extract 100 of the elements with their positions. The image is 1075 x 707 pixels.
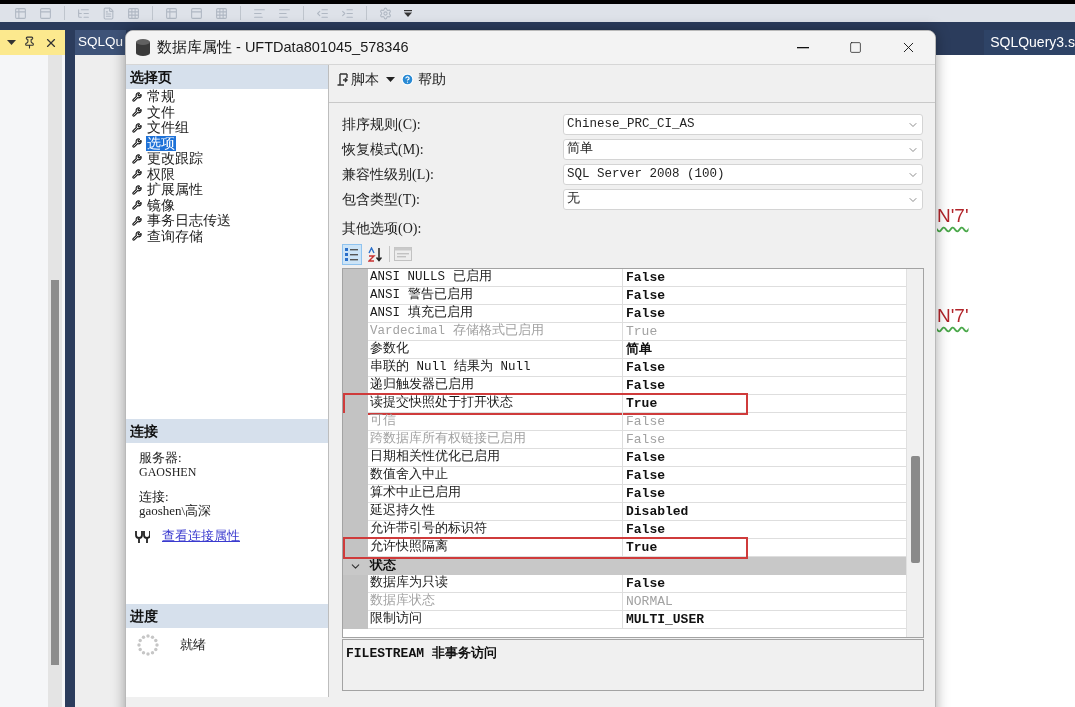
property-name: ANSI NULLS 已启用 — [368, 269, 623, 287]
indent-icon[interactable] — [341, 6, 354, 20]
section-header: 连接 — [126, 419, 328, 443]
window-title: 数据库属性 - UFTData801045_578346 — [157, 37, 409, 57]
page-list-item[interactable]: 文件组 — [126, 120, 190, 136]
row-header-cell[interactable] — [343, 539, 368, 557]
wrench-icon — [132, 231, 142, 242]
property-name: 数值舍入中止 — [368, 467, 623, 485]
property-value: NORMAL — [623, 593, 906, 611]
page-list-item[interactable]: 文件 — [126, 104, 176, 120]
tree-icon[interactable] — [77, 6, 90, 20]
editor-tab[interactable]: SQLQu — [75, 30, 127, 55]
outdent-icon[interactable] — [316, 6, 329, 20]
wrench-icon — [132, 91, 142, 102]
wrench-icon — [132, 200, 142, 211]
script-button[interactable]: 脚本 — [337, 71, 379, 87]
wrench-icon — [132, 169, 142, 180]
gear-icon[interactable] — [379, 6, 392, 20]
property-value: False — [623, 449, 906, 467]
dropdown[interactable]: SQL Server 2008 (100) — [563, 164, 923, 185]
caret-down-icon[interactable] — [6, 40, 16, 45]
view-mode-button[interactable] — [342, 243, 362, 265]
property-value: False — [623, 485, 906, 503]
field-label: 其他选项(O): — [342, 221, 423, 237]
description-panel: FILESTREAM 非事务访问 — [342, 639, 924, 691]
help-icon — [401, 72, 414, 86]
row-header-cell[interactable] — [343, 611, 368, 629]
property-value: False — [623, 305, 906, 323]
property-name: 延迟持久性 — [368, 503, 623, 521]
field-label: 包含类型(T): — [342, 191, 421, 209]
page-list-item[interactable]: 镜像 — [126, 197, 176, 213]
wrench-icon — [132, 184, 142, 195]
pin-icon[interactable] — [23, 36, 37, 49]
grid-icon[interactable] — [127, 6, 140, 20]
category-header[interactable]: 状态 — [343, 557, 906, 575]
property-value: Disabled — [623, 503, 906, 521]
table-icon[interactable] — [14, 6, 27, 20]
property-value: 简单 — [623, 341, 906, 359]
property-name: 算术中止已启用 — [368, 485, 623, 503]
plug-icon — [135, 529, 150, 543]
row-header-cell[interactable] — [343, 269, 368, 287]
property-name: 递归触发器已启用 — [368, 377, 623, 395]
wrench-icon — [132, 153, 142, 164]
table-icon[interactable] — [165, 6, 178, 20]
property-value: False — [623, 269, 906, 287]
dropdown[interactable]: Chinese_PRC_CI_AS — [563, 114, 923, 135]
property-name: Vardecimal 存储格式已启用 — [368, 323, 623, 341]
property-name: 数据库为只读 — [368, 575, 623, 593]
server-label: 服务器: — [139, 451, 182, 465]
editor-tab[interactable]: SQLQuery3.s — [984, 30, 1075, 55]
property-name: 数据库状态 — [368, 593, 623, 611]
property-name: 串联的 Null 结果为 Null — [368, 359, 623, 377]
wrench-icon — [132, 122, 142, 133]
connection-label: 连接: — [139, 490, 169, 504]
dropdown[interactable]: 无 — [563, 189, 923, 210]
loading-spinner-icon — [137, 634, 159, 656]
section-header: 选择页 — [126, 65, 328, 89]
property-value: False — [623, 431, 906, 449]
document-icon[interactable] — [102, 6, 115, 20]
caret-down-icon[interactable] — [404, 9, 412, 17]
sort-icon — [368, 246, 382, 262]
dropdown[interactable]: 简单 — [563, 139, 923, 160]
script-icon — [337, 72, 348, 86]
row-header-cell[interactable] — [343, 575, 368, 593]
property-name: 允许带引号的标识符 — [368, 521, 623, 539]
wrench-icon — [132, 138, 142, 149]
page-list-item[interactable]: 扩展属性 — [126, 182, 204, 198]
grid-icon[interactable] — [215, 6, 228, 20]
scrollbar-thumb[interactable] — [910, 456, 920, 563]
page-list-item[interactable]: 查询存储 — [126, 228, 204, 244]
property-value: True — [623, 323, 906, 341]
database-icon — [136, 39, 150, 56]
property-value: False — [623, 575, 906, 593]
code-text: N'7' — [937, 205, 969, 227]
server-name: GAOSHEN — [139, 465, 197, 479]
page-list-item[interactable]: 常规 — [126, 89, 176, 105]
code-text: N'7' — [937, 305, 969, 327]
page-list-item[interactable]: 事务日志传送 — [126, 213, 232, 229]
property-name: 日期相关性优化已启用 — [368, 449, 623, 467]
property-value: False — [623, 287, 906, 305]
panel-icon[interactable] — [190, 6, 203, 20]
align-left-icon[interactable] — [278, 6, 291, 20]
scrollbar-thumb[interactable] — [51, 280, 59, 665]
property-name: ANSI 填充已启用 — [368, 305, 623, 323]
align-left-icon[interactable] — [253, 6, 266, 20]
property-name: 参数化 — [368, 341, 623, 359]
field-label: 排序规则(C): — [342, 116, 422, 134]
row-header-cell[interactable] — [343, 395, 368, 413]
property-value: False — [623, 359, 906, 377]
page-list-item[interactable]: 更改跟踪 — [126, 151, 204, 167]
categorized-icon — [345, 247, 359, 261]
property-name: 可信 — [368, 413, 623, 431]
progress-status: 就绪 — [180, 636, 206, 655]
connection-properties-link[interactable]: 查看连接属性 — [162, 529, 240, 543]
help-button[interactable]: 帮助 — [401, 71, 446, 87]
maximize-icon — [849, 41, 862, 54]
caret-down-icon[interactable] — [386, 77, 395, 82]
wrench-icon — [132, 215, 142, 226]
panel-icon[interactable] — [39, 6, 52, 20]
page-list-item[interactable]: 权限 — [126, 166, 176, 182]
